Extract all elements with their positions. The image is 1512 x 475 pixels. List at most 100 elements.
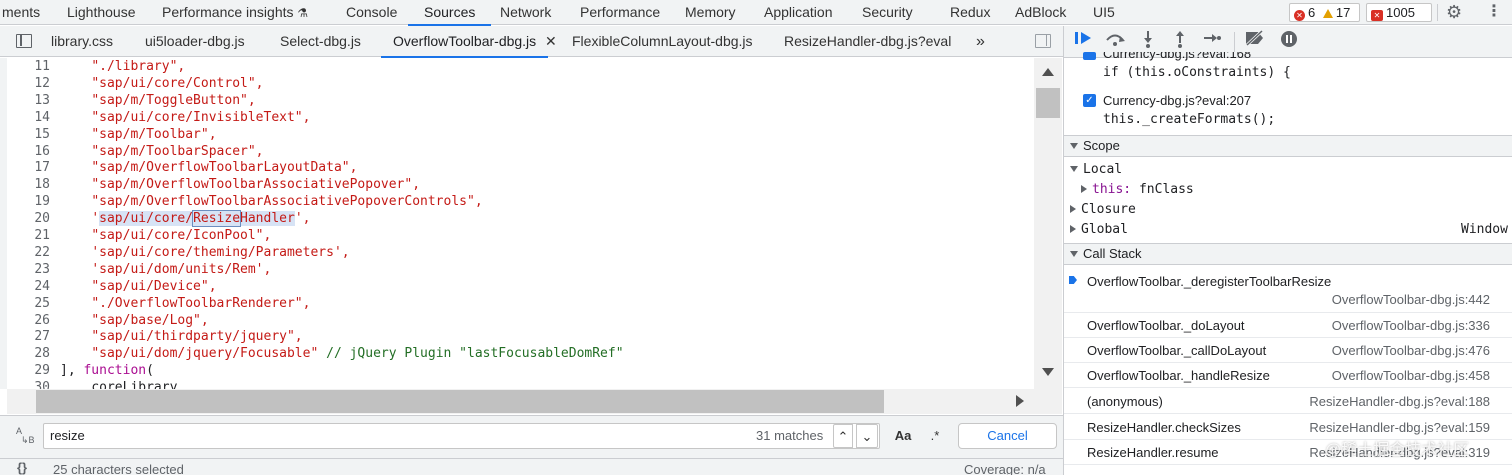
breakpoint-location[interactable]: Currency-dbg.js?eval:207 bbox=[1103, 93, 1251, 108]
tab-performance[interactable]: Performance bbox=[578, 0, 662, 25]
flask-icon: ⚗ bbox=[297, 6, 309, 20]
line-number[interactable]: 12 bbox=[7, 75, 50, 92]
line-number[interactable]: 29 bbox=[7, 362, 50, 379]
toggle-navigator-icon[interactable] bbox=[16, 34, 32, 48]
string-literal: 'sap/ui/dom/units/Rem', bbox=[91, 261, 272, 277]
resume-icon[interactable] bbox=[1071, 30, 1095, 54]
search-input[interactable]: resize bbox=[43, 423, 880, 449]
warning-count: 17 bbox=[1335, 5, 1351, 20]
console-counters[interactable]: ✕ 6 17 bbox=[1289, 3, 1360, 22]
scope-global[interactable]: Global bbox=[1070, 222, 1128, 237]
more-tabs-icon[interactable]: » bbox=[976, 26, 985, 57]
tab-adblock[interactable]: AdBlock bbox=[1013, 0, 1068, 25]
issues-counter[interactable]: ✕ 1005 bbox=[1366, 3, 1432, 22]
hscroll-thumb[interactable] bbox=[36, 390, 884, 413]
file-tab-ui5loader[interactable]: ui5loader-dbg.js bbox=[145, 26, 245, 57]
frame-function: ResizeHandler.resume bbox=[1087, 445, 1219, 460]
line-number[interactable]: 11 bbox=[7, 58, 50, 75]
line-number[interactable]: 28 bbox=[7, 345, 50, 362]
breakpoint-checkbox[interactable]: ✓ bbox=[1083, 94, 1096, 107]
breakpoint-code: if (this.oConstraints) { bbox=[1103, 65, 1291, 80]
line-number[interactable]: 13 bbox=[7, 92, 50, 109]
breakpoint-location[interactable]: Currency-dbg.js?eval:168 bbox=[1103, 52, 1251, 61]
file-tab-flexiblecolumnlayout[interactable]: FlexibleColumnLayout-dbg.js bbox=[572, 26, 753, 57]
code-text: "./library", bbox=[60, 58, 185, 75]
close-tab-icon[interactable]: ✕ bbox=[545, 26, 557, 57]
callstack-frame[interactable]: OverflowToolbar._doLayout OverflowToolbar… bbox=[1064, 313, 1512, 338]
scroll-down-icon[interactable] bbox=[1042, 368, 1054, 376]
search-match-count: 31 matches bbox=[756, 428, 824, 443]
callstack-frame[interactable]: (anonymous) ResizeHandler-dbg.js?eval:188 bbox=[1064, 389, 1512, 414]
code-editor[interactable]: 11 "./library", 12 "sap/ui/core/Control",… bbox=[7, 58, 1034, 389]
pretty-print-icon[interactable]: {} bbox=[17, 460, 27, 475]
scroll-right-icon[interactable] bbox=[1016, 395, 1024, 407]
scope-this[interactable]: this: fnClass bbox=[1081, 182, 1194, 197]
code-text: "sap/m/OverflowToolbarAssociativePopover… bbox=[60, 176, 420, 193]
line-number[interactable]: 18 bbox=[7, 176, 50, 193]
tab-application[interactable]: Application bbox=[762, 0, 835, 25]
line-number[interactable]: 19 bbox=[7, 193, 50, 210]
tab-security[interactable]: Security bbox=[860, 0, 915, 25]
next-match-button[interactable]: ⌄ bbox=[856, 424, 878, 448]
line-number[interactable]: 26 bbox=[7, 312, 50, 329]
pause-on-exceptions-icon[interactable] bbox=[1277, 30, 1301, 54]
scroll-up-icon[interactable] bbox=[1042, 68, 1054, 76]
tab-redux[interactable]: Redux bbox=[948, 0, 992, 25]
line-number[interactable]: 24 bbox=[7, 278, 50, 295]
deactivate-breakpoints-icon[interactable] bbox=[1243, 29, 1267, 54]
code-text: 'sap/ui/dom/units/Rem', bbox=[60, 261, 271, 278]
line-number[interactable]: 17 bbox=[7, 159, 50, 176]
line-number[interactable]: 15 bbox=[7, 126, 50, 143]
previous-match-button[interactable]: ⌃ bbox=[833, 424, 853, 448]
scope-closure[interactable]: Closure bbox=[1070, 202, 1136, 217]
toggle-debugger-icon[interactable] bbox=[1035, 34, 1051, 48]
line-number[interactable]: 14 bbox=[7, 109, 50, 126]
string-quote: ' bbox=[91, 211, 100, 227]
tab-ui5[interactable]: UI5 bbox=[1091, 0, 1117, 25]
scope-local[interactable]: Local bbox=[1070, 162, 1122, 177]
callstack-frame[interactable]: OverflowToolbar._callDoLayout OverflowToo… bbox=[1064, 338, 1512, 363]
scroll-thumb[interactable] bbox=[1036, 88, 1060, 118]
step-out-icon[interactable] bbox=[1168, 30, 1192, 54]
step-over-icon[interactable] bbox=[1103, 30, 1127, 54]
breakpoint-checkbox[interactable] bbox=[1083, 52, 1096, 60]
line-number[interactable]: 20 bbox=[7, 210, 50, 227]
more-menu-icon[interactable]: ⋮ bbox=[1486, 0, 1502, 25]
tab-lighthouse[interactable]: Lighthouse bbox=[65, 0, 138, 25]
file-tab-overflowtoolbar[interactable]: OverflowToolbar-dbg.js bbox=[380, 26, 549, 58]
step-into-icon[interactable] bbox=[1136, 30, 1160, 54]
line-number[interactable]: 30 bbox=[7, 379, 50, 389]
callstack-frame[interactable]: OverflowToolbar._handleResize OverflowToo… bbox=[1064, 363, 1512, 388]
code-text: "sap/ui/dom/jquery/Focusable" // jQuery … bbox=[60, 345, 623, 362]
expand-icon bbox=[1070, 143, 1078, 149]
current-frame-arrow-icon bbox=[1069, 276, 1077, 284]
tab-memory[interactable]: Memory bbox=[683, 0, 738, 25]
frame-function: OverflowToolbar._doLayout bbox=[1087, 318, 1245, 333]
expand-icon bbox=[1070, 251, 1078, 257]
tab-performance-insights[interactable]: Performance insights ⚗ bbox=[160, 0, 310, 25]
file-tab-resizehandler[interactable]: ResizeHandler-dbg.js?eval bbox=[784, 26, 951, 57]
line-number[interactable]: 23 bbox=[7, 261, 50, 278]
tab-elements[interactable]: ments bbox=[0, 0, 42, 25]
replace-toggle-icon[interactable]: A ↳B bbox=[16, 427, 35, 445]
line-number[interactable]: 21 bbox=[7, 227, 50, 244]
line-number[interactable]: 22 bbox=[7, 244, 50, 261]
tab-sources[interactable]: Sources bbox=[407, 0, 492, 26]
file-tab-library-css[interactable]: library.css bbox=[51, 26, 113, 57]
line-number[interactable]: 27 bbox=[7, 328, 50, 345]
match-case-button[interactable]: Aa bbox=[892, 424, 914, 448]
file-tab-select[interactable]: Select-dbg.js bbox=[280, 26, 361, 57]
gear-icon[interactable]: ⚙ bbox=[1446, 0, 1462, 25]
step-icon[interactable] bbox=[1200, 30, 1224, 54]
scope-closure-label: Closure bbox=[1081, 202, 1136, 217]
callstack-section-header[interactable]: Call Stack bbox=[1064, 243, 1512, 265]
frame-function: OverflowToolbar._deregisterToolbarResize bbox=[1087, 274, 1332, 289]
cancel-button[interactable]: Cancel bbox=[958, 423, 1057, 449]
line-number[interactable]: 25 bbox=[7, 295, 50, 312]
tab-network[interactable]: Network bbox=[498, 0, 553, 25]
callstack-frame-current[interactable]: OverflowToolbar._deregisterToolbarResize… bbox=[1064, 266, 1512, 313]
scope-section-header[interactable]: Scope bbox=[1064, 135, 1512, 157]
regex-button[interactable]: .* bbox=[925, 424, 945, 448]
line-number[interactable]: 16 bbox=[7, 143, 50, 160]
tab-console[interactable]: Console bbox=[344, 0, 399, 25]
